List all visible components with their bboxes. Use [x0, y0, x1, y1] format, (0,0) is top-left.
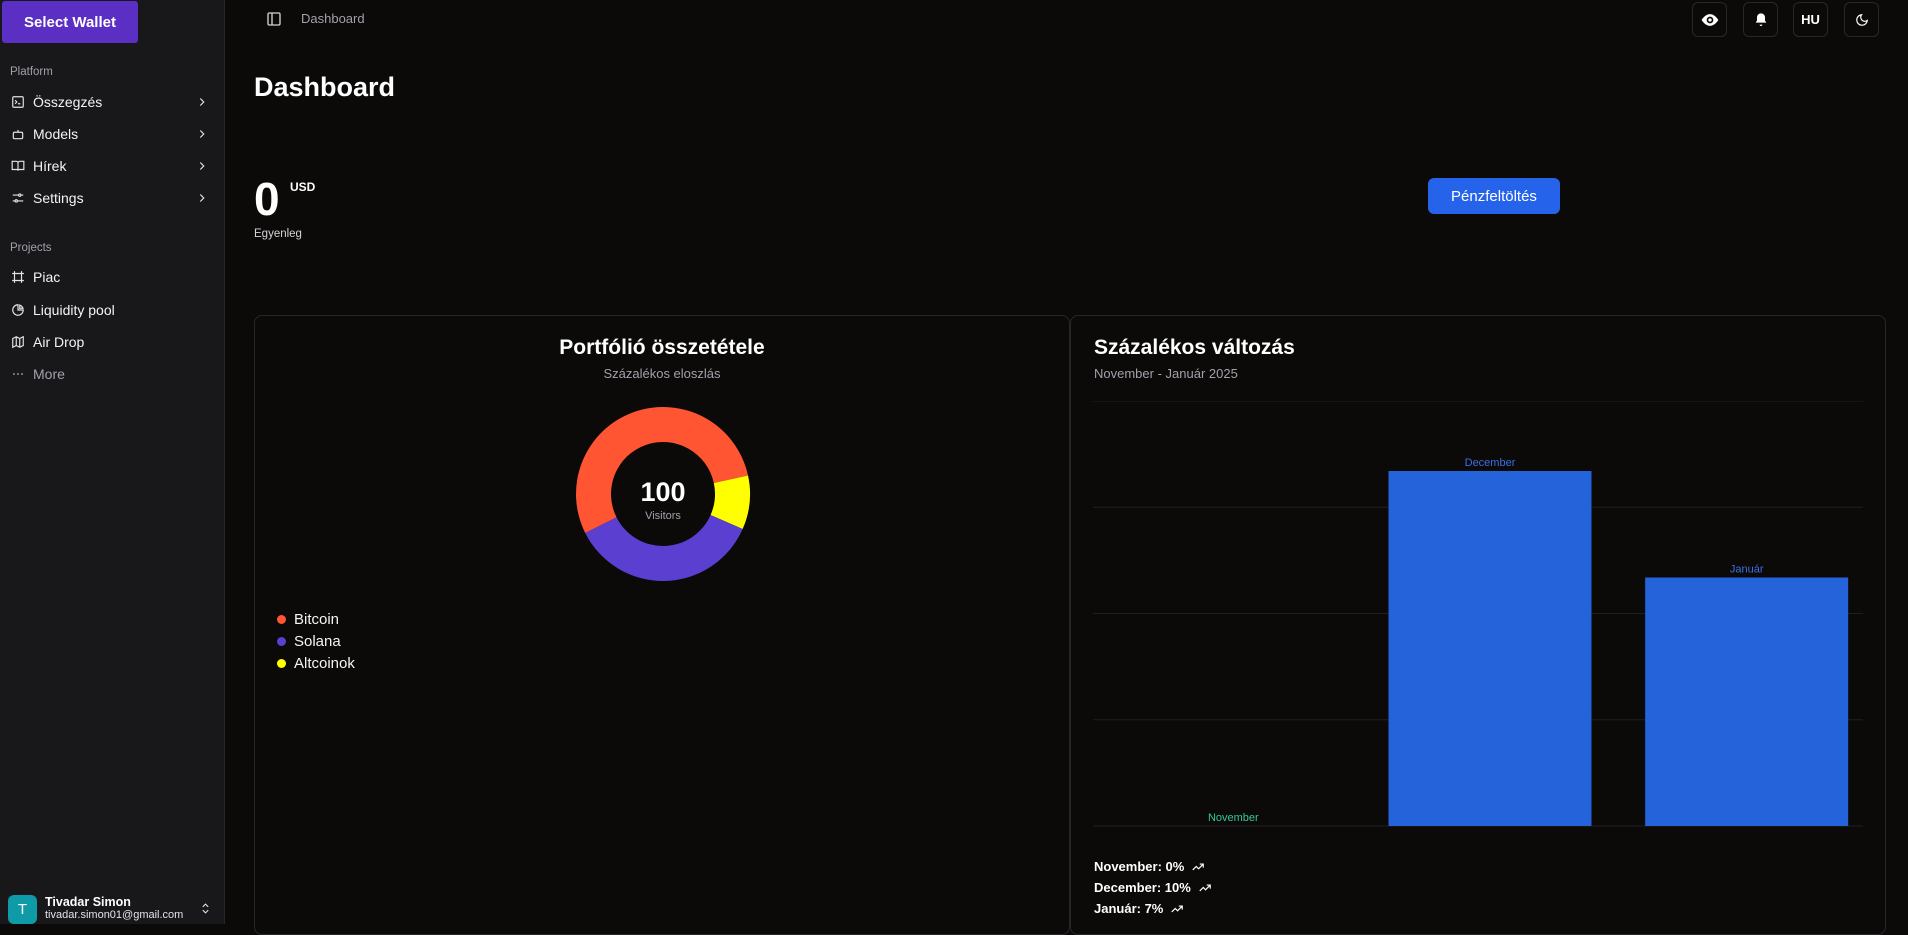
- page-title: Dashboard: [254, 72, 396, 102]
- bar-december[interactable]: [1388, 471, 1592, 826]
- legend-item: Altcoinok: [277, 652, 355, 674]
- sidebar-item-more[interactable]: More: [0, 359, 225, 389]
- bar-január[interactable]: [1645, 577, 1849, 827]
- donut-slice-solana: [585, 514, 743, 581]
- legend-swatch: [277, 614, 286, 624]
- sidebar-item-settings[interactable]: Settings: [0, 183, 225, 213]
- sidebar-item-air-drop[interactable]: Air Drop: [0, 327, 225, 357]
- sidebar-item-label: Air Drop: [33, 334, 85, 350]
- sidebar-item-label: Liquidity pool: [33, 302, 115, 318]
- sidebar-item-label: Settings: [33, 190, 84, 206]
- pie-chart-icon: [10, 303, 25, 318]
- sidebar-item-osszegzes[interactable]: Összegzés: [0, 87, 225, 117]
- chevron-right-icon: [199, 98, 205, 106]
- user-name: Tivadar Simon: [45, 895, 131, 909]
- portfolio-title: Portfólió összetétele: [559, 336, 765, 359]
- language-button[interactable]: HU: [1793, 2, 1828, 37]
- stat-text: Január: 7%: [1094, 901, 1164, 916]
- avatar: T: [8, 894, 37, 924]
- sidebar-item-label: Összegzés: [33, 94, 103, 110]
- user-menu[interactable]: T Tivadar Simon tivadar.simon01@gmail.co…: [8, 894, 218, 924]
- frame-icon: [10, 270, 25, 285]
- change-stats: November: 0% December: 10% Január: 7%: [1094, 856, 1212, 919]
- legend-item: Solana: [277, 630, 355, 652]
- bar-label: December: [1465, 457, 1516, 469]
- legend-swatch: [277, 636, 286, 646]
- visibility-button[interactable]: [1692, 2, 1727, 37]
- stat-row: December: 10%: [1094, 877, 1212, 898]
- chevron-right-icon: [199, 130, 205, 138]
- portfolio-donut-chart: 100 Visitors: [576, 407, 750, 581]
- donut-center-label: Visitors: [645, 510, 681, 522]
- portfolio-legend: Bitcoin Solana Altcoinok: [277, 608, 355, 674]
- chevron-right-icon: [199, 162, 205, 170]
- notifications-button[interactable]: [1743, 2, 1778, 37]
- stat-text: November: 0%: [1094, 859, 1185, 874]
- eye-icon: [1701, 13, 1718, 26]
- stat-row: November: 0%: [1094, 856, 1212, 877]
- trending-up-icon: [1199, 884, 1211, 891]
- change-bar-chart: November December Január: [1093, 401, 1863, 827]
- portfolio-card: Portfólió összetétele Százalékos eloszlá…: [254, 315, 1070, 935]
- projects-section-label: Projects: [10, 242, 52, 254]
- sidebar-item-label: Models: [33, 126, 79, 142]
- balance-currency: USD: [290, 180, 316, 194]
- sidebar-item-piac[interactable]: Piac: [0, 262, 225, 292]
- sidebar-item-models[interactable]: Models: [0, 119, 225, 149]
- legend-label: Solana: [294, 632, 341, 650]
- settings-icon: [10, 191, 25, 206]
- book-icon: [10, 159, 25, 174]
- platform-section-label: Platform: [10, 66, 53, 78]
- chevron-right-icon: [199, 194, 205, 202]
- bot-icon: [10, 127, 25, 142]
- sidebar-item-label: Hírek: [33, 158, 67, 174]
- balance-label: Egyenleg: [254, 228, 302, 240]
- stat-text: December: 10%: [1094, 880, 1191, 895]
- terminal-icon: [10, 95, 25, 110]
- chevrons-up-down-icon: [202, 903, 209, 914]
- bell-icon: [1755, 12, 1766, 26]
- trending-up-icon: [1192, 863, 1205, 870]
- sidebar-item-liquidity-pool[interactable]: Liquidity pool: [0, 295, 225, 325]
- bar-label: Január: [1730, 564, 1764, 576]
- user-email: tivadar.simon01@gmail.com: [45, 909, 184, 921]
- breadcrumb: Dashboard: [301, 11, 365, 26]
- change-title: Százalékos változás: [1094, 336, 1295, 359]
- change-subtitle: November - Január 2025: [1094, 366, 1238, 381]
- sidebar-item-label: More: [33, 366, 65, 382]
- legend-label: Altcoinok: [294, 654, 355, 672]
- balance-value: 0: [254, 173, 280, 225]
- legend-item: Bitcoin: [277, 608, 355, 630]
- sidebar-item-label: Piac: [33, 269, 61, 285]
- more-horizontal-icon: [10, 367, 25, 382]
- legend-label: Bitcoin: [294, 610, 340, 628]
- theme-toggle-button[interactable]: [1844, 2, 1879, 37]
- donut-center-value: 100: [640, 477, 685, 507]
- sidebar-item-hirek[interactable]: Hírek: [0, 151, 225, 181]
- trending-up-icon: [1171, 905, 1184, 912]
- top-up-button[interactable]: Pénzfeltöltés: [1428, 178, 1560, 214]
- sidebar-toggle-icon[interactable]: [266, 11, 282, 27]
- select-wallet-button[interactable]: Select Wallet: [2, 1, 138, 43]
- sidebar: Select Wallet Platform Összegzés Models …: [0, 0, 225, 924]
- bar-label: November: [1208, 812, 1259, 824]
- legend-swatch: [277, 658, 286, 668]
- map-icon: [10, 335, 25, 350]
- stat-row: Január: 7%: [1094, 898, 1212, 919]
- moon-icon: [1855, 13, 1868, 26]
- change-card: Százalékos változás November - Január 20…: [1070, 315, 1886, 935]
- portfolio-subtitle: Százalékos eloszlás: [603, 366, 721, 381]
